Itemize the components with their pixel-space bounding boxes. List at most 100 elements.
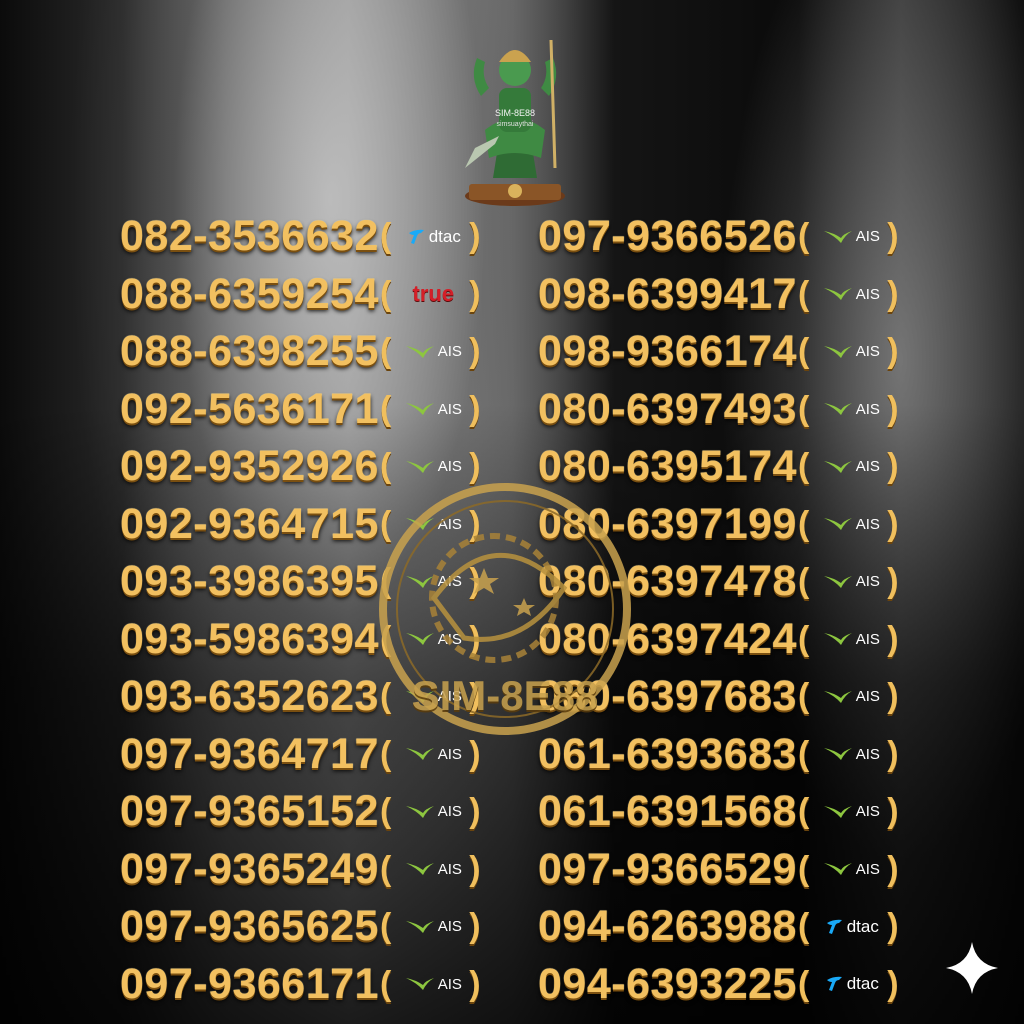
carrier-badge: AIS <box>398 334 468 370</box>
carrier-badge: true <box>398 276 468 312</box>
ais-logo: AIS <box>823 745 880 763</box>
number-row: 082-3536632(dtac) <box>120 208 482 266</box>
bracket-close: ) <box>887 849 899 888</box>
ais-logo-text: AIS <box>437 860 462 878</box>
number-row: 088-6398255(AIS) <box>120 323 482 381</box>
phone-number: 080-6397493 <box>538 384 797 433</box>
ais-logo: AIS <box>405 918 462 936</box>
number-row: 097-9366526(AIS) <box>538 208 900 266</box>
carrier-badge: AIS <box>816 851 886 887</box>
ais-logo: AIS <box>405 458 462 476</box>
phone-number: 092-9352926 <box>120 442 379 491</box>
ais-logo-text: AIS <box>437 975 462 993</box>
bracket-close: ) <box>887 332 899 371</box>
carrier-badge: AIS <box>398 909 468 945</box>
bracket-open: ( <box>379 907 392 946</box>
bracket-close: ) <box>887 792 899 831</box>
bracket-open: ( <box>797 907 810 946</box>
number-row: 098-9366174(AIS) <box>538 323 900 381</box>
dtac-logo-text: dtac <box>428 226 461 246</box>
ais-logo-text: AIS <box>855 573 880 591</box>
bracket-close: ) <box>469 389 481 428</box>
number-row: 097-9365152(AIS) <box>120 783 482 841</box>
bracket-open: ( <box>797 274 810 313</box>
ais-logo: AIS <box>823 458 880 476</box>
ais-logo-text: AIS <box>855 285 880 303</box>
ais-logo: AIS <box>823 688 880 706</box>
bracket-open: ( <box>797 619 810 658</box>
ais-swoosh-icon <box>405 863 434 876</box>
watermark-text: SIM-8E88 <box>411 672 599 719</box>
carrier-badge: dtac <box>816 966 886 1002</box>
true-logo: true <box>413 281 455 307</box>
number-row: 094-6393225(dtac) <box>538 956 900 1014</box>
phone-number: 097-9364717 <box>120 729 379 778</box>
bracket-close: ) <box>887 734 899 773</box>
ais-logo: AIS <box>405 745 462 763</box>
number-row: 088-6359254(true) <box>120 266 482 324</box>
bracket-close: ) <box>887 389 899 428</box>
ais-swoosh-icon <box>823 403 852 416</box>
bracket-close: ) <box>469 792 481 831</box>
ais-logo: AIS <box>823 400 880 418</box>
bracket-close: ) <box>469 849 481 888</box>
phone-number: 094-6263988 <box>538 902 797 951</box>
number-row: 097-9365249(AIS) <box>120 841 482 899</box>
ais-logo: AIS <box>823 630 880 648</box>
bracket-open: ( <box>797 677 810 716</box>
bracket-close: ) <box>887 619 899 658</box>
ais-swoosh-icon <box>405 748 434 761</box>
ais-swoosh-icon <box>823 748 852 761</box>
bracket-open: ( <box>797 389 810 428</box>
ais-logo-text: AIS <box>855 745 880 763</box>
bracket-open: ( <box>379 389 392 428</box>
carrier-badge: AIS <box>816 679 886 715</box>
bracket-close: ) <box>469 964 481 1003</box>
ais-logo: AIS <box>823 343 880 361</box>
ais-swoosh-icon <box>823 345 852 358</box>
ais-swoosh-icon <box>823 863 852 876</box>
ais-swoosh-icon <box>405 460 434 473</box>
bracket-close: ) <box>887 447 899 486</box>
mascot-caption: SIM-8E88 <box>495 108 535 118</box>
bracket-open: ( <box>797 217 810 256</box>
ais-logo: AIS <box>405 803 462 821</box>
bracket-close: ) <box>887 274 899 313</box>
ais-logo-text: AIS <box>855 515 880 533</box>
dtac-logo: dtac <box>824 974 879 994</box>
ais-swoosh-icon <box>823 230 852 243</box>
carrier-badge: AIS <box>398 966 468 1002</box>
bracket-close: ) <box>469 274 481 313</box>
phone-number: 098-9366174 <box>538 327 797 376</box>
ais-logo: AIS <box>823 573 880 591</box>
phone-number: 097-9366526 <box>538 212 797 261</box>
dtac-logo-text: dtac <box>846 916 879 936</box>
ais-swoosh-icon <box>823 633 852 646</box>
phone-number: 092-5636171 <box>120 384 379 433</box>
bracket-close: ) <box>469 734 481 773</box>
ais-logo-text: AIS <box>855 228 880 246</box>
bracket-close: ) <box>469 217 481 256</box>
bracket-open: ( <box>797 734 810 773</box>
carrier-badge: AIS <box>816 219 886 255</box>
ais-logo-text: AIS <box>855 803 880 821</box>
carrier-badge: dtac <box>816 909 886 945</box>
ais-logo-text: AIS <box>855 400 880 418</box>
phone-number: 093-3986395 <box>120 557 379 606</box>
bracket-open: ( <box>379 332 392 371</box>
ais-swoosh-icon <box>823 460 852 473</box>
dtac-logo: dtac <box>406 227 461 247</box>
phone-number: 097-9365249 <box>120 844 379 893</box>
number-row: 097-9366529(AIS) <box>538 841 900 899</box>
phone-number: 097-9365625 <box>120 902 379 951</box>
ais-logo-text: AIS <box>855 343 880 361</box>
sparkle-icon <box>946 942 998 994</box>
ais-swoosh-icon <box>405 978 434 991</box>
phone-number: 092-9364715 <box>120 499 379 548</box>
phone-number: 088-6359254 <box>120 269 379 318</box>
ais-swoosh-icon <box>823 805 852 818</box>
ais-logo-text: AIS <box>855 688 880 706</box>
phone-number: 097-9366529 <box>538 844 797 893</box>
phone-number: 061-6391568 <box>538 787 797 836</box>
bracket-open: ( <box>797 964 810 1003</box>
